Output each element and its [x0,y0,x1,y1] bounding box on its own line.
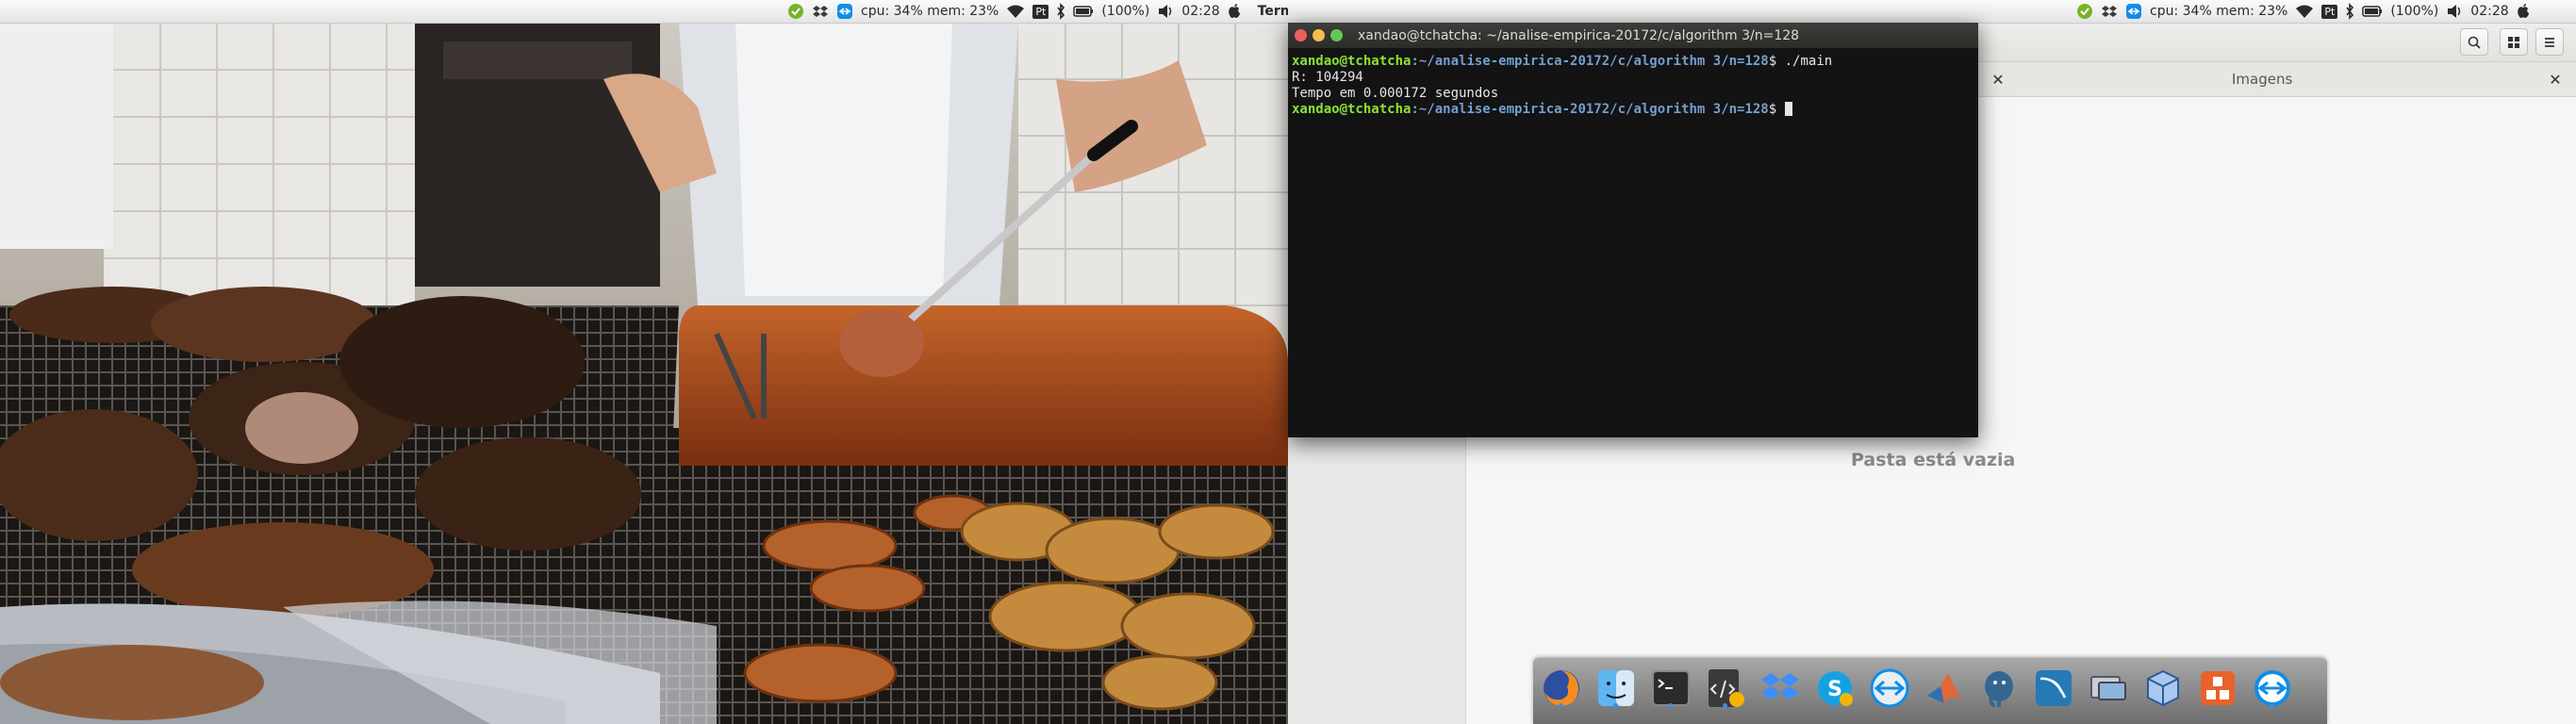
dock-teamviewer[interactable] [1867,666,1912,711]
bluetooth-icon[interactable] [1056,3,1065,20]
hamburger-menu-icon [2545,37,2554,47]
running-indicator [1832,703,1837,708]
terminal-title: xandao@tchatcha: ~/analise-empirica-2017… [1358,27,1800,43]
prompt-user: xandao@tchatcha [1292,54,1412,69]
running-indicator [2270,703,2274,708]
apple-menu-icon[interactable] [1228,4,1241,19]
dock-virtualbox[interactable] [2140,666,2186,711]
top-panel-right: cpu: 34% mem: 23% Pt (100%) 02:28 [1288,0,2576,24]
grid-icon [2508,36,2519,48]
battery-icon[interactable] [2362,5,2383,18]
cpu-mem-monitor[interactable]: cpu: 34% mem: 23% [861,4,999,19]
wifi-icon[interactable] [1006,4,1025,19]
update-indicator-icon[interactable] [2076,3,2093,20]
clock[interactable]: 02:28 [1181,4,1219,19]
matlab-icon [1927,673,1961,703]
wifi-icon[interactable] [2295,4,2314,19]
prompt-suffix: $ [1768,54,1777,69]
dropbox-icon [1761,673,1799,699]
empty-folder-label: Pasta está vazia [1851,450,2016,470]
terminal-cursor [1784,102,1792,116]
search-button[interactable] [2460,28,2488,56]
battery-percent: (100%) [1101,4,1150,19]
prompt-path: :~/analise-empirica-20172/c/algorithm 3/… [1411,54,1769,69]
running-indicator [1668,703,1673,708]
terminal-line: xandao@tchatcha:~/analise-empirica-20172… [1292,54,1974,70]
prompt-path: :~/analise-empirica-20172/c/algorithm 3/… [1411,102,1769,117]
terminal-output-line: Tempo em 0.000172 segundos [1292,86,1499,101]
dock-remote-desktop[interactable] [2086,666,2131,711]
grill-photo-illustration [0,23,1288,724]
teamviewer-icon [1870,668,1909,708]
keyboard-layout-indicator[interactable]: Pt [1032,4,1049,19]
apple-menu-icon[interactable] [2517,4,2530,19]
dock-firefox[interactable] [1539,666,1584,711]
postgresql-icon [1985,671,2013,707]
dock-skype[interactable]: S [1812,666,1858,711]
wallpaper-photo [0,23,1288,724]
dock: S [1533,658,2327,724]
clock[interactable]: 02:28 [2470,4,2508,19]
battery-percent: (100%) [2390,4,2439,19]
teamviewer-indicator-icon[interactable] [2125,3,2142,20]
prompt-user: xandao@tchatcha [1292,102,1412,117]
search-icon [2468,36,2481,49]
indicator-area-right: cpu: 34% mem: 23% Pt (100%) 02:28 [2076,0,2530,23]
dock-matlab[interactable] [1922,666,1967,711]
tab-close-button[interactable]: ✕ [1990,71,2006,89]
active-app-name[interactable]: Terminal [1258,4,1288,19]
terminal-output-line: R: 104294 [1292,70,1363,85]
terminal-titlebar[interactable]: xandao@tchatcha: ~/analise-empirica-2017… [1288,23,1978,48]
virtualbox-icon [2147,669,2179,707]
update-indicator-icon[interactable] [787,3,804,20]
dock-postgresql[interactable] [1976,666,2022,711]
minimize-window-button[interactable] [1313,29,1325,41]
tab-imagens[interactable]: Imagens [2232,71,2292,88]
dropbox-indicator-icon[interactable] [2101,3,2118,20]
dock-mysql-workbench[interactable] [2031,666,2076,711]
close-window-button[interactable] [1295,29,1307,41]
teamviewer-indicator-icon[interactable] [836,3,853,20]
volume-icon[interactable] [2446,4,2463,19]
volume-icon[interactable] [1157,4,1174,19]
running-indicator [1559,703,1563,708]
tab-close-button[interactable]: ✕ [2547,71,2564,89]
top-panel: cpu: 34% mem: 23% Pt (100%) 02:28 Termin… [0,0,1288,24]
terminal-command: ./main [1776,54,1833,69]
mysql-workbench-icon [2036,670,2072,706]
indicator-area: cpu: 34% mem: 23% Pt (100%) 02:28 Termin… [787,0,1288,23]
dropbox-indicator-icon[interactable] [812,3,829,20]
bluetooth-icon[interactable] [2345,3,2354,20]
dock-finder[interactable] [1593,666,1639,711]
dock-terminal[interactable] [1648,666,1693,711]
cpu-mem-monitor[interactable]: cpu: 34% mem: 23% [2150,4,2287,19]
left-monitor: cpu: 34% mem: 23% Pt (100%) 02:28 Termin… [0,0,1288,724]
menu-button[interactable] [2535,28,2564,56]
terminal-line: xandao@tchatcha:~/analise-empirica-20172… [1292,102,1974,118]
maximize-window-button[interactable] [1330,29,1343,41]
view-grid-button[interactable] [2500,28,2528,56]
prompt-suffix: $ [1768,102,1777,117]
ubuntu-software-icon [2201,671,2235,705]
dock-code-editor[interactable] [1703,666,1748,711]
dock-dropbox[interactable] [1758,666,1803,711]
terminal-window[interactable]: xandao@tchatcha: ~/analise-empirica-2017… [1288,23,1978,437]
dock-ubuntu-software[interactable] [2195,666,2240,711]
remote-desktop-icon [2090,676,2126,700]
running-indicator [1613,703,1618,708]
battery-icon[interactable] [1073,5,1094,18]
terminal-body[interactable]: xandao@tchatcha:~/analise-empirica-20172… [1288,48,1978,437]
keyboard-layout-indicator[interactable]: Pt [2321,4,2338,19]
running-indicator [1723,703,1727,708]
dock-teamviewer-2[interactable] [2250,666,2295,711]
